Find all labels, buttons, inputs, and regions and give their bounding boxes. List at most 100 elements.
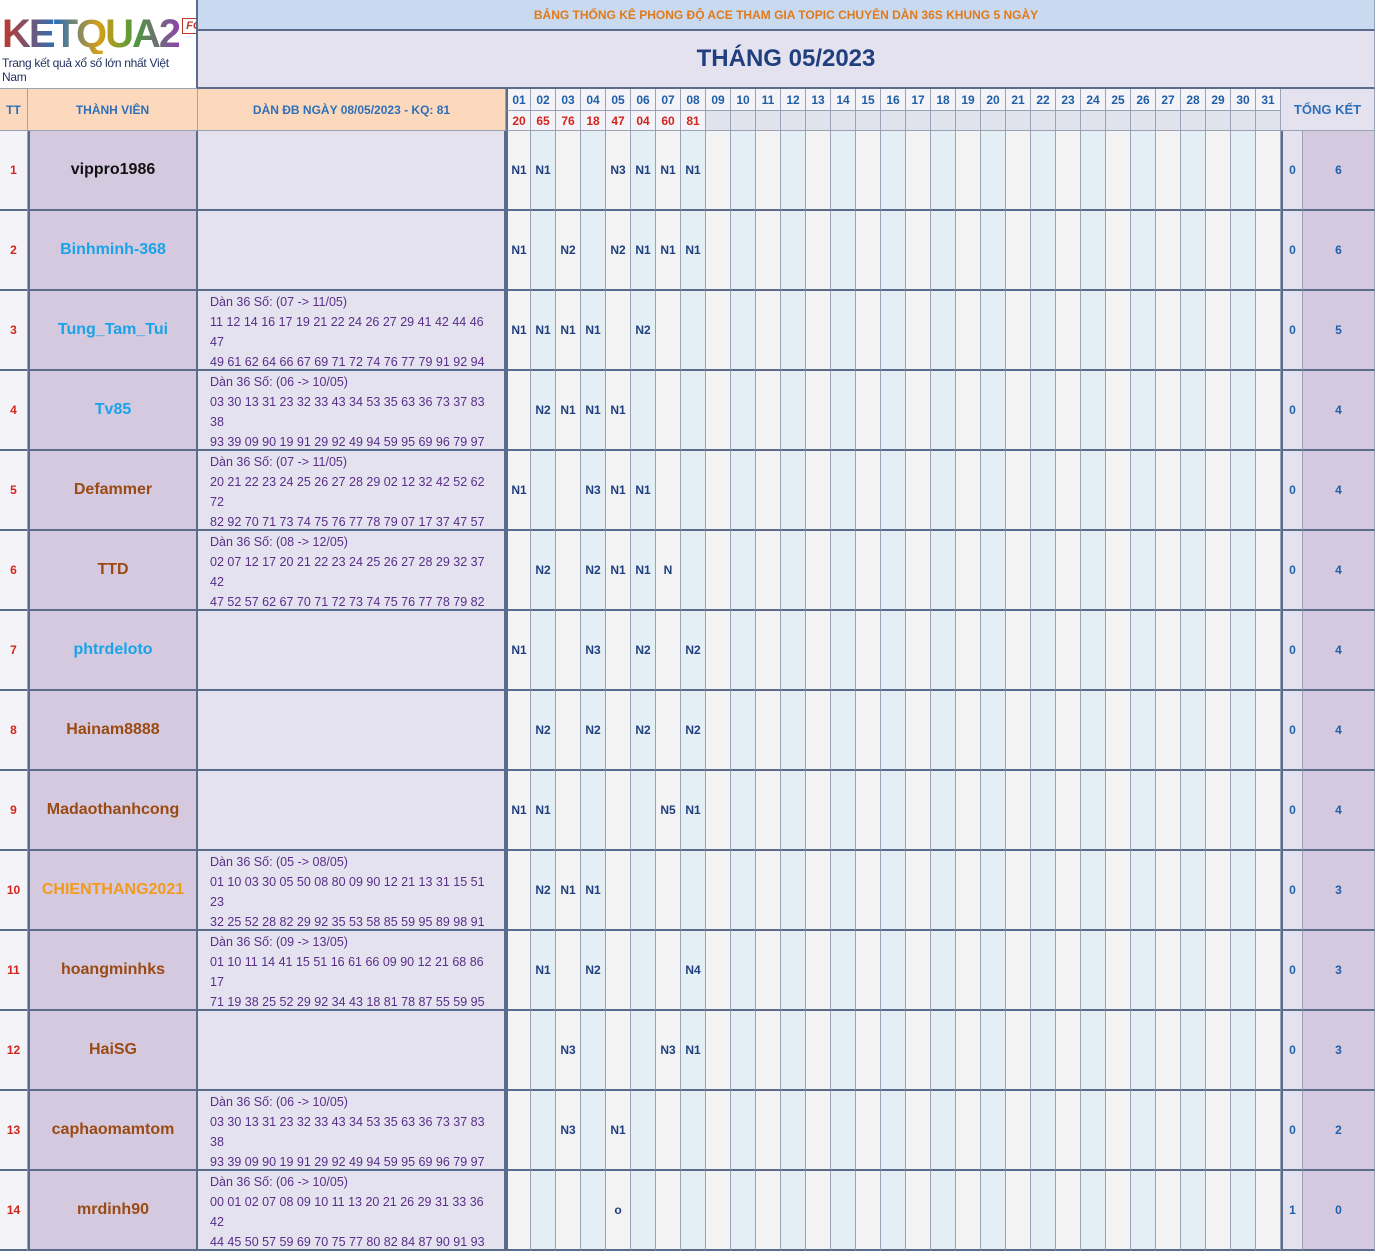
day-cell: [1231, 1011, 1256, 1091]
day-cell: [606, 291, 631, 371]
member-name[interactable]: TTD: [28, 531, 198, 611]
day-cell: [1231, 451, 1256, 531]
member-name[interactable]: CHIENTHANG2021: [28, 851, 198, 931]
day-cell: [806, 1171, 831, 1251]
dan-lines: Dàn 36 Số: (08 -> 12/05) 02 07 12 17 20 2…: [210, 532, 498, 609]
day-cell: [781, 211, 806, 291]
day-cell: [1181, 1091, 1206, 1171]
day-cell: [731, 211, 756, 291]
forum-logo[interactable]: KETQUA2 FORUM Trang kết quả xổ số lớn nh…: [0, 0, 198, 89]
day-cell: [856, 291, 881, 371]
member-name[interactable]: Defammer: [28, 451, 198, 531]
day-header: 06: [631, 89, 656, 111]
day-cell: [931, 1171, 956, 1251]
day-cell: [1031, 1011, 1056, 1091]
day-cell: [756, 1171, 781, 1251]
miss-count: 0: [1281, 611, 1303, 691]
day-header: 29: [1206, 89, 1231, 111]
day-cell: [706, 1091, 731, 1171]
member-name[interactable]: Tung_Tam_Tui: [28, 291, 198, 371]
day-cell: [981, 451, 1006, 531]
day-cell: N1: [506, 291, 531, 371]
member-name[interactable]: hoangminhks: [28, 931, 198, 1011]
dan-line: 03 30 13 31 23 32 33 43 34 53 35 63 36 7…: [210, 395, 485, 429]
day-cell: [1231, 611, 1256, 691]
day-cell: N2: [631, 291, 656, 371]
row-number: 8: [0, 691, 28, 771]
day-cell: [906, 1091, 931, 1171]
day-cell: [1156, 611, 1181, 691]
day-cell: [656, 1091, 681, 1171]
day-cell: [956, 131, 981, 211]
member-name[interactable]: Binhminh-368: [28, 211, 198, 291]
day-cell: [1256, 851, 1281, 931]
day-cell: [781, 371, 806, 451]
day-result: [931, 111, 956, 131]
day-cell: [1031, 371, 1056, 451]
day-cell: [1206, 611, 1231, 691]
day-cell: [606, 1011, 631, 1091]
day-cell: [831, 531, 856, 611]
total-score: 3: [1303, 931, 1375, 1011]
day-cell: N1: [656, 211, 681, 291]
day-cell: [706, 371, 731, 451]
day-cell: N3: [556, 1091, 581, 1171]
total-score: 4: [1303, 531, 1375, 611]
day-cell: [881, 131, 906, 211]
day-result: 20: [506, 111, 531, 131]
day-cell: N1: [681, 1011, 706, 1091]
day-cell: [881, 1011, 906, 1091]
day-cell: [1231, 1171, 1256, 1251]
day-cell: [1056, 771, 1081, 851]
day-cell: [606, 611, 631, 691]
day-cell: [1231, 691, 1256, 771]
day-cell: [806, 931, 831, 1011]
member-name[interactable]: Hainam8888: [28, 691, 198, 771]
dan-line: 11 12 14 16 17 19 21 22 24 26 27 29 41 4…: [210, 315, 484, 349]
member-name[interactable]: caphaomamtom: [28, 1091, 198, 1171]
day-cell: [1031, 851, 1056, 931]
day-cell: [1206, 771, 1231, 851]
day-header: 25: [1106, 89, 1131, 111]
day-cell: [1081, 131, 1106, 211]
miss-count: 0: [1281, 1011, 1303, 1091]
day-cell: [506, 1171, 531, 1251]
day-cell: [1006, 851, 1031, 931]
member-name[interactable]: HaiSG: [28, 1011, 198, 1091]
day-cell: [881, 291, 906, 371]
dan-numbers: [198, 611, 506, 691]
day-cell: [1056, 531, 1081, 611]
day-result: [1231, 111, 1256, 131]
day-result: 76: [556, 111, 581, 131]
day-cell: [931, 1011, 956, 1091]
row-number: 14: [0, 1171, 28, 1251]
day-cell: [1231, 291, 1256, 371]
day-cell: [581, 1091, 606, 1171]
dan-numbers: [198, 771, 506, 851]
day-cell: [856, 1011, 881, 1091]
member-name[interactable]: Tv85: [28, 371, 198, 451]
day-cell: [531, 1171, 556, 1251]
logo-mark: KETQUA2 FORUM: [2, 14, 196, 54]
member-name[interactable]: vippro1986: [28, 131, 198, 211]
day-cell: [931, 371, 956, 451]
day-header: 15: [856, 89, 881, 111]
dan-range: Dàn 36 Số: (07 -> 11/05): [210, 295, 348, 309]
member-name[interactable]: Madaothanhcong: [28, 771, 198, 851]
day-cell: [931, 691, 956, 771]
day-header: 20: [981, 89, 1006, 111]
day-cell: [1081, 1171, 1106, 1251]
day-cell: [781, 851, 806, 931]
row-number: 5: [0, 451, 28, 531]
day-result: [881, 111, 906, 131]
day-result: [706, 111, 731, 131]
member-name[interactable]: phtrdeloto: [28, 611, 198, 691]
day-cell: [581, 1171, 606, 1251]
day-cell: [956, 1011, 981, 1091]
member-name[interactable]: mrdinh90: [28, 1171, 198, 1251]
day-cell: [506, 851, 531, 931]
day-cell: [1056, 371, 1081, 451]
day-cell: [1206, 531, 1231, 611]
total-score: 4: [1303, 371, 1375, 451]
day-result: [1106, 111, 1131, 131]
